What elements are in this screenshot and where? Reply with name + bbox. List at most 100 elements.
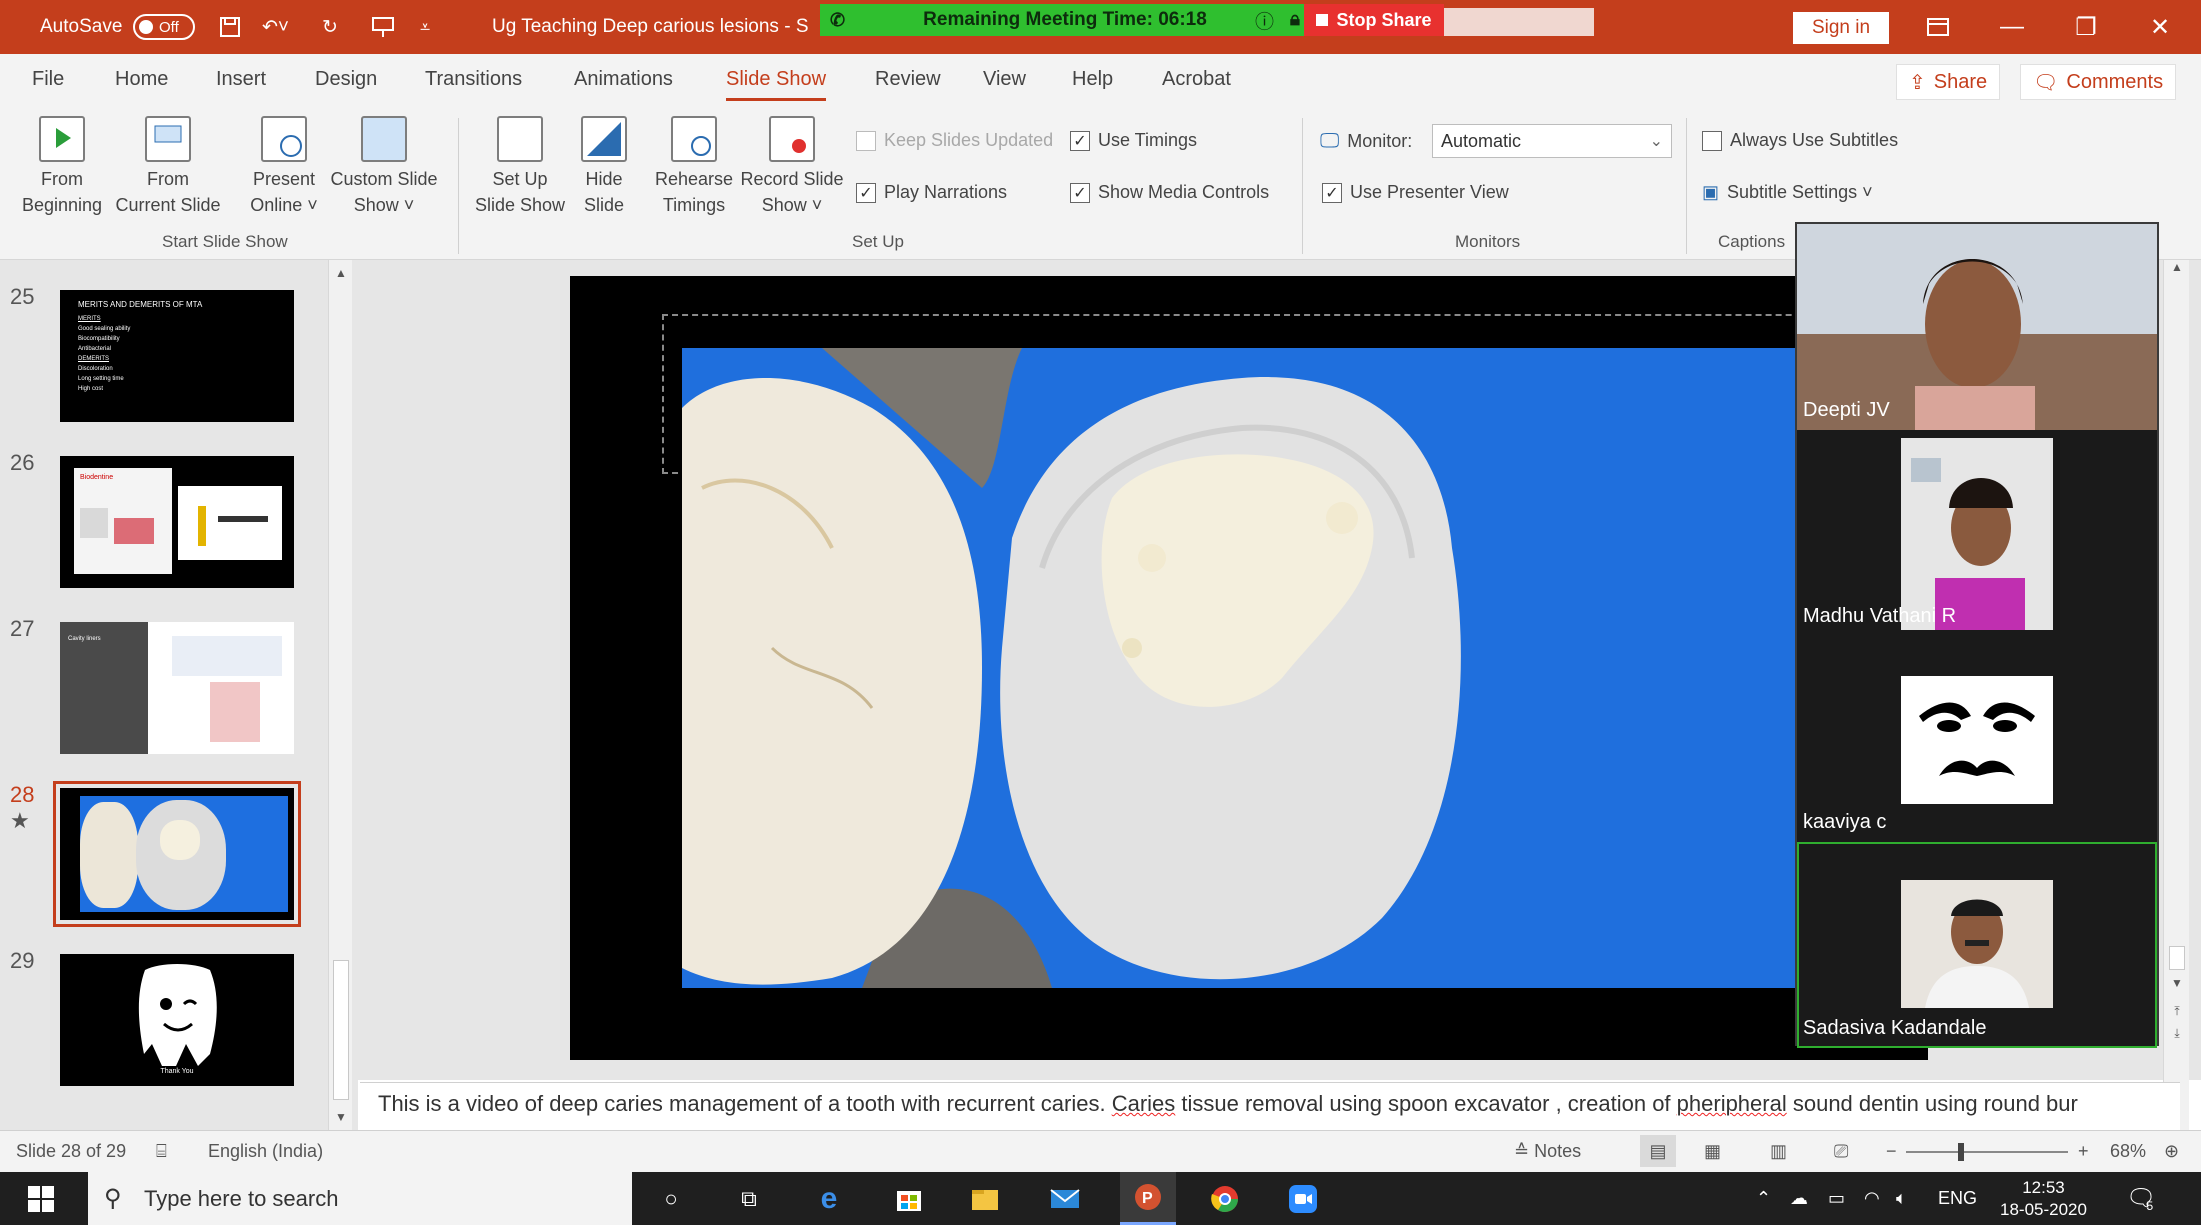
- tab-acrobat[interactable]: Acrobat: [1162, 68, 1231, 91]
- tab-file[interactable]: File: [32, 68, 64, 91]
- clock[interactable]: 12:53 18-05-2020: [2000, 1172, 2087, 1225]
- participant-tile-active-speaker[interactable]: Sadasiva Kadandale: [1797, 842, 2157, 1048]
- reading-view-icon[interactable]: ▥: [1770, 1141, 1787, 1162]
- mail-icon[interactable]: [1046, 1180, 1084, 1218]
- show-hidden-icons[interactable]: ⌃: [1756, 1172, 1771, 1225]
- spelling-check-icon[interactable]: ⌸: [156, 1141, 167, 1162]
- share-button[interactable]: ⇪ Share: [1896, 64, 2001, 100]
- scroll-down-icon[interactable]: ▼: [2169, 976, 2185, 992]
- scroll-up-icon[interactable]: ▲: [2169, 260, 2185, 276]
- tab-review[interactable]: Review: [875, 68, 941, 91]
- menu-bar: File Home Insert Design Transitions Anim…: [0, 54, 2201, 110]
- file-explorer-icon[interactable]: [966, 1180, 1004, 1218]
- save-icon[interactable]: [218, 0, 242, 54]
- play-from-start-icon: [39, 116, 85, 162]
- slide-thumbnail-25[interactable]: MERITS AND DEMERITS OF MTA MERITS Good s…: [60, 290, 294, 422]
- thumb-number: 25: [10, 284, 35, 309]
- slide-sorter-icon[interactable]: ▦: [1704, 1141, 1721, 1162]
- slide-thumbnail-29[interactable]: Thank You: [60, 954, 294, 1086]
- slide-show-view-icon[interactable]: ⎚: [1834, 1141, 1848, 1162]
- group-separator: [1686, 118, 1687, 254]
- redo-icon[interactable]: ↻: [322, 0, 338, 54]
- use-presenter-view-checkbox[interactable]: ✓ Use Presenter View: [1322, 182, 1509, 203]
- rehearse-timings-button[interactable]: Rehearse Timings: [652, 116, 736, 218]
- previous-slide-icon[interactable]: ⤒: [2169, 1004, 2185, 1020]
- customize-qat-icon[interactable]: ⩡: [420, 0, 430, 54]
- slide-image-teeth[interactable]: [682, 348, 1922, 988]
- present-online-button[interactable]: Present Online ˅: [242, 116, 326, 218]
- next-slide-icon[interactable]: ⤓: [2169, 1026, 2185, 1042]
- windows-start-icon[interactable]: [22, 1180, 60, 1218]
- slide-thumbnail-28[interactable]: [53, 781, 301, 927]
- slide-thumbnail-27[interactable]: Cavity liners: [60, 622, 294, 754]
- show-media-controls-checkbox[interactable]: ✓ Show Media Controls: [1070, 182, 1269, 203]
- record-slide-show-button[interactable]: Record Slide Show ˅: [738, 116, 846, 218]
- store-icon[interactable]: [890, 1180, 928, 1218]
- zoom-out-icon[interactable]: −: [1886, 1141, 1897, 1162]
- scrollbar-thumb[interactable]: [2169, 946, 2185, 970]
- participant-tile[interactable]: kaaviya c: [1797, 636, 2157, 842]
- tab-animations[interactable]: Animations: [574, 68, 673, 91]
- tab-slide-show[interactable]: Slide Show: [726, 68, 827, 101]
- tab-transitions[interactable]: Transitions: [425, 68, 522, 91]
- scrollbar-thumb[interactable]: [333, 960, 349, 1100]
- zoom-app-icon[interactable]: [1284, 1180, 1322, 1218]
- current-slide[interactable]: [570, 276, 1928, 1060]
- task-view-icon[interactable]: ⧉: [730, 1180, 768, 1218]
- notification-center-icon[interactable]: 🗨︎ 5: [2126, 1172, 2156, 1225]
- thumbnail-scrollbar[interactable]: ▲ ▼: [328, 260, 352, 1132]
- stop-share-button[interactable]: Stop Share: [1304, 4, 1444, 36]
- ribbon-display-options-icon[interactable]: [1908, 0, 1968, 54]
- play-narrations-checkbox[interactable]: ✓ Play Narrations: [856, 182, 1007, 203]
- present-icon[interactable]: [370, 0, 396, 54]
- onedrive-icon[interactable]: ☁: [1790, 1172, 1808, 1225]
- tab-view[interactable]: View: [983, 68, 1026, 91]
- participant-tile[interactable]: Madhu Vathani R: [1797, 430, 2157, 636]
- normal-view-icon[interactable]: ▤: [1640, 1135, 1676, 1167]
- undo-icon[interactable]: ↶˅: [262, 0, 289, 54]
- custom-slide-show-button[interactable]: Custom Slide Show ˅: [328, 116, 440, 218]
- tab-design[interactable]: Design: [315, 68, 377, 91]
- sign-in-button[interactable]: Sign in: [1793, 12, 1889, 44]
- fit-to-window-icon[interactable]: ⊕: [2164, 1141, 2179, 1162]
- scroll-up-icon[interactable]: ▲: [333, 266, 349, 282]
- speaker-notes[interactable]: This is a video of deep caries managemen…: [360, 1082, 2180, 1130]
- notes-toggle-button[interactable]: ≙ Notes: [1514, 1141, 1581, 1162]
- from-beginning-button[interactable]: From Beginning: [22, 116, 102, 218]
- powerpoint-taskbar-icon[interactable]: P: [1120, 1172, 1176, 1225]
- restore-icon[interactable]: ❐: [2056, 0, 2116, 54]
- monitor-select[interactable]: Automatic ⌄: [1432, 124, 1672, 158]
- set-up-slide-show-button[interactable]: Set Up Slide Show: [470, 116, 570, 218]
- zoom-in-icon[interactable]: +: [2078, 1141, 2089, 1162]
- always-use-subtitles-checkbox[interactable]: Always Use Subtitles: [1702, 130, 1898, 151]
- battery-icon[interactable]: ▭: [1828, 1172, 1845, 1225]
- scroll-down-icon[interactable]: ▼: [333, 1110, 349, 1126]
- slide-scrollbar[interactable]: ▲ ▼ ⤒ ⤓: [2163, 260, 2189, 1140]
- language-indicator[interactable]: English (India): [208, 1141, 323, 1162]
- from-current-slide-button[interactable]: From Current Slide: [112, 116, 224, 218]
- autosave-toggle[interactable]: Off: [133, 0, 195, 54]
- subtitle-settings-button[interactable]: ▣ Subtitle Settings ˅: [1702, 182, 1873, 203]
- comments-button[interactable]: 🗨︎ Comments: [2020, 64, 2177, 100]
- taskbar-search-box[interactable]: ⚲ Type here to search: [88, 1172, 632, 1225]
- tab-insert[interactable]: Insert: [216, 68, 266, 91]
- volume-icon[interactable]: 🔈︎: [1896, 1172, 1907, 1225]
- chrome-icon[interactable]: [1206, 1180, 1244, 1218]
- hide-slide-button[interactable]: Hide Slide: [574, 116, 634, 218]
- zoom-slider-thumb[interactable]: [1958, 1143, 1964, 1161]
- zoom-level[interactable]: 68%: [2110, 1141, 2146, 1162]
- tab-home[interactable]: Home: [115, 68, 168, 91]
- close-icon[interactable]: ✕: [2130, 0, 2190, 54]
- wifi-icon[interactable]: ◠: [1864, 1172, 1880, 1225]
- zoom-slider[interactable]: [1906, 1143, 2068, 1161]
- use-timings-checkbox[interactable]: ✓ Use Timings: [1070, 130, 1197, 151]
- notes-text[interactable]: This is a video of deep caries managemen…: [378, 1091, 2168, 1117]
- participant-tile[interactable]: Deepti JV: [1797, 224, 2157, 430]
- input-language[interactable]: ENG: [1938, 1172, 1977, 1225]
- cortana-icon[interactable]: ○: [652, 1180, 690, 1218]
- edge-browser-icon[interactable]: e: [810, 1180, 848, 1218]
- workspace: 25 MERITS AND DEMERITS OF MTA MERITS Goo…: [0, 222, 2201, 1140]
- tab-help[interactable]: Help: [1072, 68, 1113, 91]
- minimize-icon[interactable]: —: [1982, 0, 2042, 54]
- slide-thumbnail-26[interactable]: Biodentine: [60, 456, 294, 588]
